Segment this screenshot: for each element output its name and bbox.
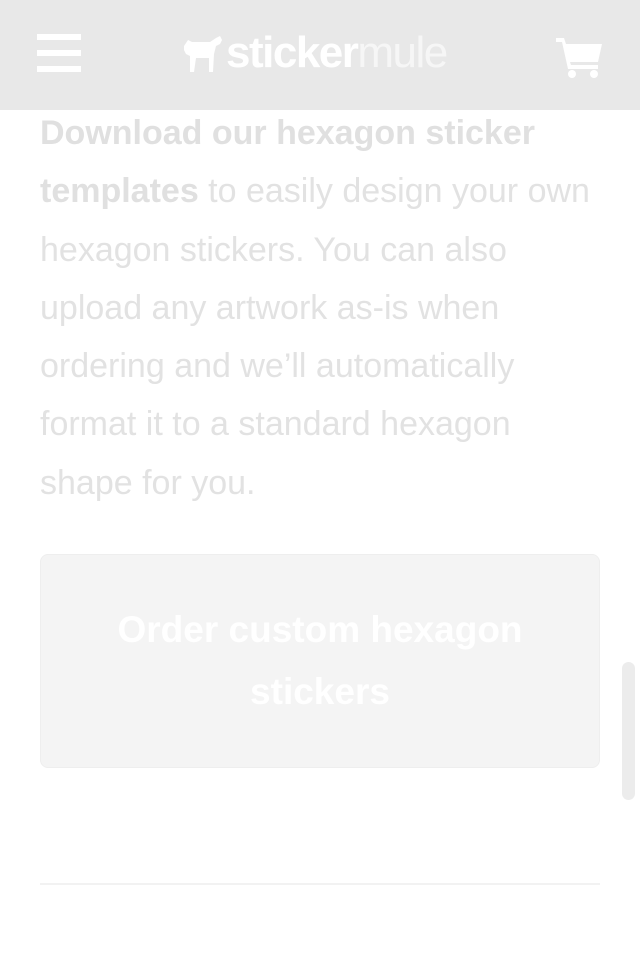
paragraph-body-text: to easily design your own hexagon sticke… bbox=[40, 172, 590, 502]
top-nav-header: sticker mule bbox=[0, 0, 640, 110]
cart-glyph bbox=[556, 38, 602, 78]
mule-icon bbox=[184, 36, 222, 72]
section-divider bbox=[40, 883, 600, 885]
menu-bar bbox=[37, 34, 81, 40]
main-content: Download our hexagon sticker templates t… bbox=[40, 104, 600, 512]
hexagon-template-paragraph: Download our hexagon sticker templates t… bbox=[40, 104, 600, 512]
scrollbar-thumb[interactable] bbox=[622, 662, 635, 800]
stickermule-logo[interactable]: sticker mule bbox=[180, 26, 448, 80]
shopping-cart-icon[interactable] bbox=[556, 36, 604, 78]
order-button-label: Order custom hexagon stickers bbox=[117, 609, 523, 712]
page: sticker mule Download our hexagon sticker… bbox=[0, 0, 640, 959]
hamburger-menu-icon[interactable] bbox=[37, 34, 81, 72]
menu-bar bbox=[37, 66, 81, 72]
logo-text-mule: mule bbox=[357, 28, 448, 77]
order-hexagon-stickers-button[interactable]: Order custom hexagon stickers bbox=[40, 554, 600, 768]
menu-bar bbox=[37, 50, 81, 56]
logo-text-sticker: sticker bbox=[226, 28, 359, 77]
